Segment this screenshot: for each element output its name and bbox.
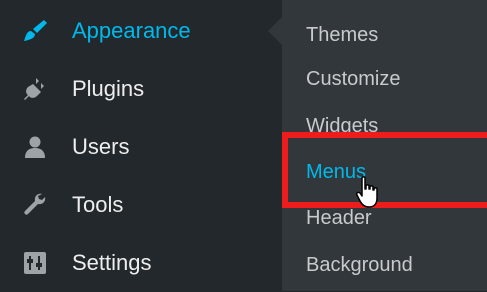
menu-item-settings[interactable]: Settings — [0, 234, 282, 292]
user-icon — [22, 134, 48, 160]
menu-label: Appearance — [72, 18, 191, 43]
submenu-item-header[interactable]: Header — [306, 207, 372, 230]
menu-label: Tools — [72, 192, 124, 217]
wrench-icon — [22, 192, 48, 218]
menu-label: Plugins — [72, 76, 145, 101]
current-menu-arrow — [268, 17, 282, 45]
menu-item-plugins[interactable]: Plugins — [0, 60, 282, 118]
menu-item-users[interactable]: Users — [0, 118, 282, 176]
menu-item-appearance[interactable]: Appearance — [0, 2, 282, 60]
submenu-item-themes[interactable]: Themes — [306, 24, 378, 47]
admin-menu: Appearance Plugins Users Tools Settings — [0, 0, 282, 291]
submenu-item-widgets[interactable]: Widgets — [306, 115, 378, 138]
submenu-item-background[interactable]: Background — [306, 254, 413, 277]
appearance-submenu: Themes Customize Widgets Menus Header Ba… — [282, 0, 487, 291]
menu-label: Settings — [72, 250, 152, 275]
paintbrush-icon — [22, 18, 48, 44]
sliders-icon — [22, 250, 48, 276]
submenu-item-customize[interactable]: Customize — [306, 68, 400, 91]
menu-label: Users — [72, 134, 130, 159]
plug-icon — [22, 76, 48, 102]
menu-item-tools[interactable]: Tools — [0, 176, 282, 234]
submenu-item-menus[interactable]: Menus — [306, 161, 366, 184]
